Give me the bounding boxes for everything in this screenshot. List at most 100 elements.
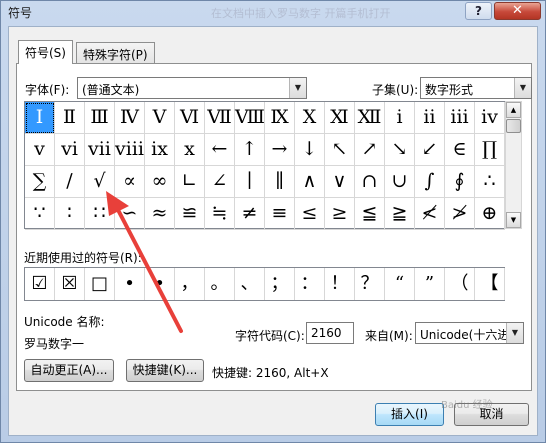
symbol-cell[interactable]: Ⅶ xyxy=(205,102,235,134)
symbol-cell[interactable]: Ⅴ xyxy=(145,102,175,134)
close-button[interactable]: ✕ xyxy=(494,2,541,20)
symbol-cell[interactable]: → xyxy=(265,134,295,166)
tab-symbols[interactable]: 符号(S) xyxy=(18,40,73,64)
recent-symbol-cell[interactable]: 、 xyxy=(235,268,265,300)
symbol-cell[interactable]: ⅹ xyxy=(175,134,205,166)
symbol-cell[interactable]: ∴ xyxy=(475,166,505,198)
symbol-cell[interactable]: ∥ xyxy=(265,166,295,198)
symbol-cell[interactable]: ∷ xyxy=(85,198,115,230)
symbol-cell[interactable]: ⅷ xyxy=(115,134,145,166)
symbol-cell[interactable]: ∪ xyxy=(385,166,415,198)
symbol-cell[interactable]: ≦ xyxy=(355,198,385,230)
symbol-cell[interactable]: Ⅸ xyxy=(265,102,295,134)
symbol-cell[interactable]: Ⅺ xyxy=(325,102,355,134)
recent-symbol-cell[interactable]: ” xyxy=(415,268,445,300)
char-code-input[interactable]: 2160 xyxy=(306,322,354,344)
symbol-cell[interactable]: ∮ xyxy=(445,166,475,198)
symbol-cell[interactable]: ⅶ xyxy=(85,134,115,166)
recent-symbol-cell[interactable]: • xyxy=(115,268,145,300)
symbol-cell[interactable]: ∈ xyxy=(445,134,475,166)
insert-button[interactable]: 插入(I) xyxy=(375,403,444,426)
recent-symbol-cell[interactable]: （ xyxy=(445,268,475,300)
symbol-cell[interactable]: ↓ xyxy=(295,134,325,166)
symbol-cell[interactable]: Ⅹ xyxy=(295,102,325,134)
symbol-cell[interactable]: √ xyxy=(85,166,115,198)
symbol-cell[interactable]: ⅵ xyxy=(55,134,85,166)
symbol-cell[interactable]: ≡ xyxy=(265,198,295,230)
recent-symbol-cell[interactable]: ， xyxy=(175,268,205,300)
symbol-cell[interactable]: ⅳ xyxy=(475,102,505,134)
symbol-cell[interactable]: ∕ xyxy=(55,166,85,198)
recent-symbol-cell[interactable]: • xyxy=(145,268,175,300)
scrollbar-thumb[interactable] xyxy=(506,119,521,133)
symbol-cell[interactable]: ⅸ xyxy=(145,134,175,166)
symbol-cell[interactable]: ∨ xyxy=(325,166,355,198)
symbol-cell[interactable]: ↖ xyxy=(325,134,355,166)
symbol-cell[interactable]: ∩ xyxy=(355,166,385,198)
symbol-cell[interactable]: ≮ xyxy=(415,198,445,230)
symbol-cell[interactable]: ∞ xyxy=(145,166,175,198)
symbol-cell[interactable]: ↙ xyxy=(415,134,445,166)
symbol-cell[interactable]: ↗ xyxy=(355,134,385,166)
symbol-cell[interactable]: Ⅲ xyxy=(85,102,115,134)
recent-symbol-cell[interactable]: 【 xyxy=(475,268,505,300)
symbol-cell[interactable]: ∟ xyxy=(175,166,205,198)
recent-symbol-cell[interactable]: ☑ xyxy=(25,268,55,300)
symbol-cell[interactable]: Ⅷ xyxy=(235,102,265,134)
symbol-cell[interactable]: Ⅵ xyxy=(175,102,205,134)
symbol-cell[interactable]: ⅱ xyxy=(415,102,445,134)
symbol-cell[interactable]: ← xyxy=(205,134,235,166)
symbol-cell[interactable]: ≯ xyxy=(445,198,475,230)
symbol-cell[interactable]: ∧ xyxy=(295,166,325,198)
symbol-cell[interactable]: Ⅻ xyxy=(355,102,385,134)
autocorrect-button[interactable]: 自动更正(A)... xyxy=(24,359,114,382)
recent-symbol-cell[interactable]: ： xyxy=(295,268,325,300)
symbol-cell[interactable]: ∫ xyxy=(415,166,445,198)
symbol-cell[interactable]: Ⅱ xyxy=(55,102,85,134)
chevron-down-icon[interactable]: ▼ xyxy=(514,78,531,98)
symbol-cell[interactable]: ∣ xyxy=(235,166,265,198)
recent-symbol-cell[interactable]: ☒ xyxy=(55,268,85,300)
symbol-cell[interactable]: ≒ xyxy=(205,198,235,230)
symbol-cell[interactable]: ⊕ xyxy=(475,198,505,230)
symbol-cell[interactable]: ∶ xyxy=(55,198,85,230)
symbol-cell[interactable]: ≤ xyxy=(295,198,325,230)
symbol-cell[interactable]: ≧ xyxy=(385,198,415,230)
scroll-up-icon[interactable]: ▲ xyxy=(506,102,521,118)
symbol-cell[interactable]: ⅲ xyxy=(445,102,475,134)
symbol-cell[interactable]: ⅴ xyxy=(25,134,55,166)
symbol-cell[interactable]: ∵ xyxy=(25,198,55,230)
recent-symbol-cell[interactable]: ？ xyxy=(355,268,385,300)
symbol-cell[interactable]: ≥ xyxy=(325,198,355,230)
subset-dropdown[interactable]: 数字形式 ▼ xyxy=(420,77,532,99)
recent-symbol-cell[interactable]: ！ xyxy=(325,268,355,300)
symbol-cell[interactable]: ∝ xyxy=(115,166,145,198)
scroll-down-icon[interactable]: ▼ xyxy=(506,212,521,228)
symbol-cell[interactable]: ≌ xyxy=(175,198,205,230)
recent-symbol-cell[interactable]: □ xyxy=(85,268,115,300)
tab-special-characters[interactable]: 特殊字符(P) xyxy=(76,42,155,64)
symbol-cell[interactable]: ∏ xyxy=(475,134,505,166)
symbol-cell[interactable]: ↘ xyxy=(385,134,415,166)
symbol-cell[interactable]: Ⅰ xyxy=(25,102,55,134)
symbol-cell[interactable]: ↑ xyxy=(235,134,265,166)
recent-symbol-cell[interactable]: ； xyxy=(265,268,295,300)
symbol-cell[interactable]: ≠ xyxy=(235,198,265,230)
symbol-cell[interactable]: ∑ xyxy=(25,166,55,198)
recent-symbol-cell[interactable]: 。 xyxy=(205,268,235,300)
font-dropdown[interactable]: (普通文本) ▼ xyxy=(77,77,307,99)
symbol-cell[interactable]: ∽ xyxy=(115,198,145,230)
chevron-down-icon[interactable]: ▼ xyxy=(506,323,523,343)
chevron-down-icon[interactable]: ▼ xyxy=(289,78,306,98)
symbol-cell[interactable]: ≈ xyxy=(145,198,175,230)
shortcut-key-button[interactable]: 快捷键(K)... xyxy=(126,359,204,382)
title-bar[interactable]: 符号 在文档中插入罗马数字 开篇手机打开 ? ✕ xyxy=(1,1,545,25)
symbol-grid-scrollbar[interactable]: ▲ ▼ xyxy=(505,101,522,229)
symbol-cell[interactable]: Ⅳ xyxy=(115,102,145,134)
recent-symbol-cell[interactable]: “ xyxy=(385,268,415,300)
subset-value: 数字形式 xyxy=(425,83,474,97)
symbol-cell[interactable]: ⅰ xyxy=(385,102,415,134)
help-button[interactable]: ? xyxy=(465,2,492,20)
symbol-cell[interactable]: ∠ xyxy=(205,166,235,198)
from-dropdown[interactable]: Unicode(十六进制) ▼ xyxy=(415,322,524,344)
